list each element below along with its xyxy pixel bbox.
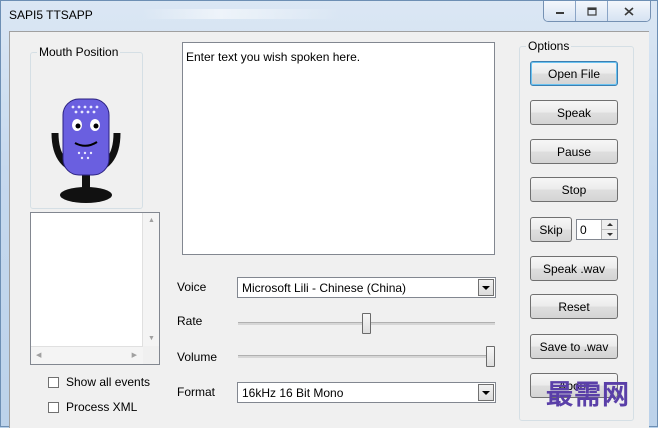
app-window: SAPI5 TTSAPP Mouth Position Enter text y… bbox=[0, 0, 658, 428]
voice-dropdown-button[interactable] bbox=[478, 279, 494, 296]
title-bar-glare bbox=[141, 9, 341, 19]
skip-spin-buttons bbox=[601, 220, 617, 239]
format-selected-value: 16kHz 16 Bit Mono bbox=[242, 386, 344, 400]
scroll-left-icon: ◀ bbox=[36, 352, 42, 359]
minimize-button[interactable] bbox=[544, 1, 577, 21]
volume-label: Volume bbox=[177, 350, 218, 364]
speak-text-input[interactable]: Enter text you wish spoken here. bbox=[182, 42, 495, 255]
events-list-vertical-scrollbar[interactable]: ▲ ▼ bbox=[142, 213, 159, 346]
reset-button[interactable]: Reset bbox=[530, 294, 618, 319]
stop-button[interactable]: Stop bbox=[530, 177, 618, 202]
mouth-position-legend: Mouth Position bbox=[39, 45, 119, 59]
process-xml-checkbox[interactable]: Process XML bbox=[48, 400, 137, 414]
voice-label: Voice bbox=[177, 280, 207, 294]
format-dropdown-button[interactable] bbox=[478, 384, 494, 401]
chevron-down-icon bbox=[482, 285, 490, 290]
chevron-up-icon bbox=[606, 223, 613, 226]
format-select[interactable]: 16kHz 16 Bit Mono bbox=[237, 382, 496, 403]
speak-button[interactable]: Speak bbox=[530, 100, 618, 125]
options-legend: Options bbox=[528, 39, 570, 53]
events-list[interactable]: ▲ ▼ ◀ ▶ bbox=[30, 212, 160, 365]
skip-count-value: 0 bbox=[580, 223, 587, 237]
minimize-icon bbox=[555, 12, 564, 14]
close-icon bbox=[624, 6, 634, 16]
mouth-position-group: Mouth Position bbox=[30, 45, 143, 209]
open-file-button[interactable]: Open File bbox=[530, 61, 618, 86]
process-xml-label: Process XML bbox=[66, 400, 138, 414]
scroll-down-icon: ▼ bbox=[148, 335, 155, 342]
events-list-horizontal-scrollbar[interactable]: ◀ ▶ bbox=[31, 346, 143, 364]
microphone-mouth-image bbox=[51, 98, 121, 203]
spin-down-button[interactable] bbox=[602, 230, 617, 239]
title-bar[interactable]: SAPI5 TTSAPP bbox=[1, 1, 657, 31]
spin-up-button[interactable] bbox=[602, 220, 617, 230]
rate-label: Rate bbox=[177, 314, 203, 328]
volume-slider-thumb[interactable] bbox=[486, 346, 495, 367]
scrollbar-corner bbox=[143, 346, 159, 364]
volume-slider-track[interactable] bbox=[238, 355, 495, 358]
maximize-button[interactable] bbox=[576, 1, 609, 21]
chevron-down-icon bbox=[482, 390, 490, 395]
format-label: Format bbox=[177, 385, 216, 399]
skip-button[interactable]: Skip bbox=[530, 217, 572, 242]
process-xml-box[interactable] bbox=[48, 401, 59, 413]
chevron-down-icon bbox=[606, 233, 613, 236]
client-area: Mouth Position Enter text you wish spoke… bbox=[9, 31, 649, 428]
speak-text-value: Enter text you wish spoken here. bbox=[186, 50, 361, 64]
mouth-face bbox=[62, 98, 110, 176]
scroll-up-icon: ▲ bbox=[148, 217, 155, 224]
voice-selected-value: Microsoft Lili - Chinese (China) bbox=[242, 281, 407, 295]
maximize-icon bbox=[586, 6, 597, 16]
watermark-text: 最需网 bbox=[546, 380, 630, 411]
rate-slider-thumb[interactable] bbox=[362, 313, 371, 334]
scroll-right-icon: ▶ bbox=[131, 352, 137, 359]
window-title: SAPI5 TTSAPP bbox=[9, 8, 93, 22]
save-to-wav-button[interactable]: Save to .wav bbox=[530, 334, 618, 359]
skip-count-stepper[interactable]: 0 bbox=[576, 219, 618, 240]
speak-wav-button[interactable]: Speak .wav bbox=[530, 256, 618, 281]
show-all-events-checkbox[interactable]: Show all events bbox=[48, 375, 150, 389]
voice-select[interactable]: Microsoft Lili - Chinese (China) bbox=[237, 277, 496, 298]
show-all-events-box[interactable] bbox=[48, 376, 59, 388]
pause-button[interactable]: Pause bbox=[530, 139, 618, 164]
caption-buttons bbox=[543, 1, 651, 22]
show-all-events-label: Show all events bbox=[66, 375, 151, 389]
close-button[interactable] bbox=[608, 1, 650, 21]
